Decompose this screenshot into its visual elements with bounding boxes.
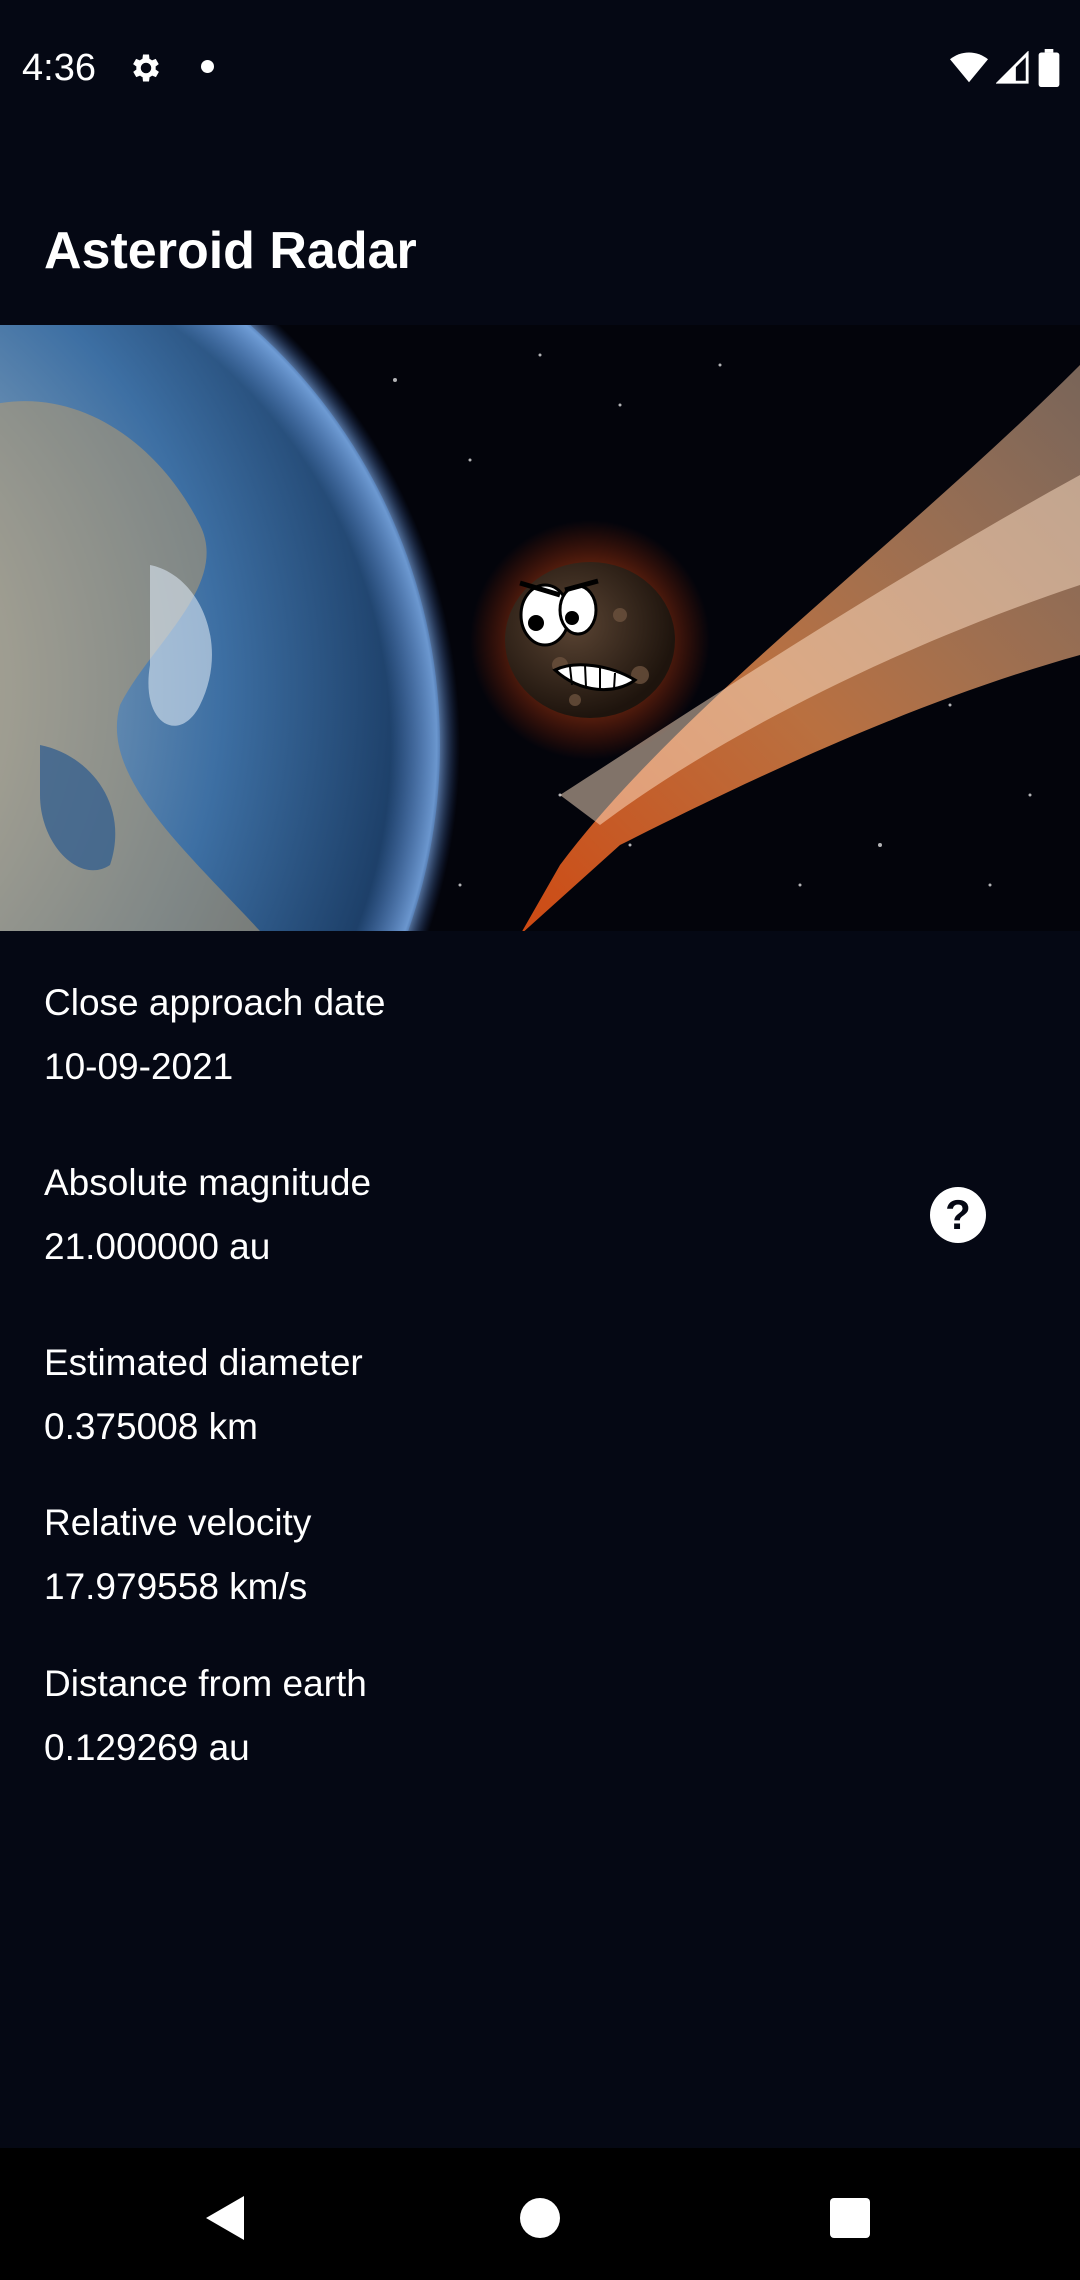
detail-value: 21.000000 au — [44, 1226, 271, 1267]
detail-label: Close approach date — [44, 982, 386, 1023]
status-bar: 4:36 — [0, 0, 1080, 135]
detail-label: Distance from earth — [44, 1663, 367, 1704]
status-icons — [950, 48, 1060, 88]
back-icon[interactable] — [196, 2188, 256, 2248]
navigation-bar — [0, 2148, 1080, 2280]
app-bar: Asteroid Radar — [0, 135, 1080, 325]
notification-dot-icon — [201, 60, 214, 73]
detail-value: 0.129269 au — [44, 1727, 250, 1768]
help-icon[interactable]: ? — [930, 1187, 986, 1243]
gear-icon — [133, 54, 159, 82]
detail-label: Estimated diameter — [44, 1342, 363, 1383]
recents-icon[interactable] — [820, 2188, 880, 2248]
signal-icon — [996, 51, 1029, 84]
asteroid-hero-image — [0, 325, 1080, 931]
battery-icon — [1038, 49, 1060, 87]
detail-value: 0.375008 km — [44, 1406, 258, 1447]
detail-value: 17.979558 km/s — [44, 1566, 308, 1607]
wifi-icon — [950, 52, 988, 83]
detail-value: 10-09-2021 — [44, 1046, 234, 1087]
app-title: Asteroid Radar — [44, 222, 417, 280]
detail-label: Relative velocity — [44, 1502, 312, 1543]
status-time: 4:36 — [22, 47, 96, 89]
detail-label: Absolute magnitude — [44, 1162, 372, 1203]
home-icon[interactable] — [510, 2188, 570, 2248]
